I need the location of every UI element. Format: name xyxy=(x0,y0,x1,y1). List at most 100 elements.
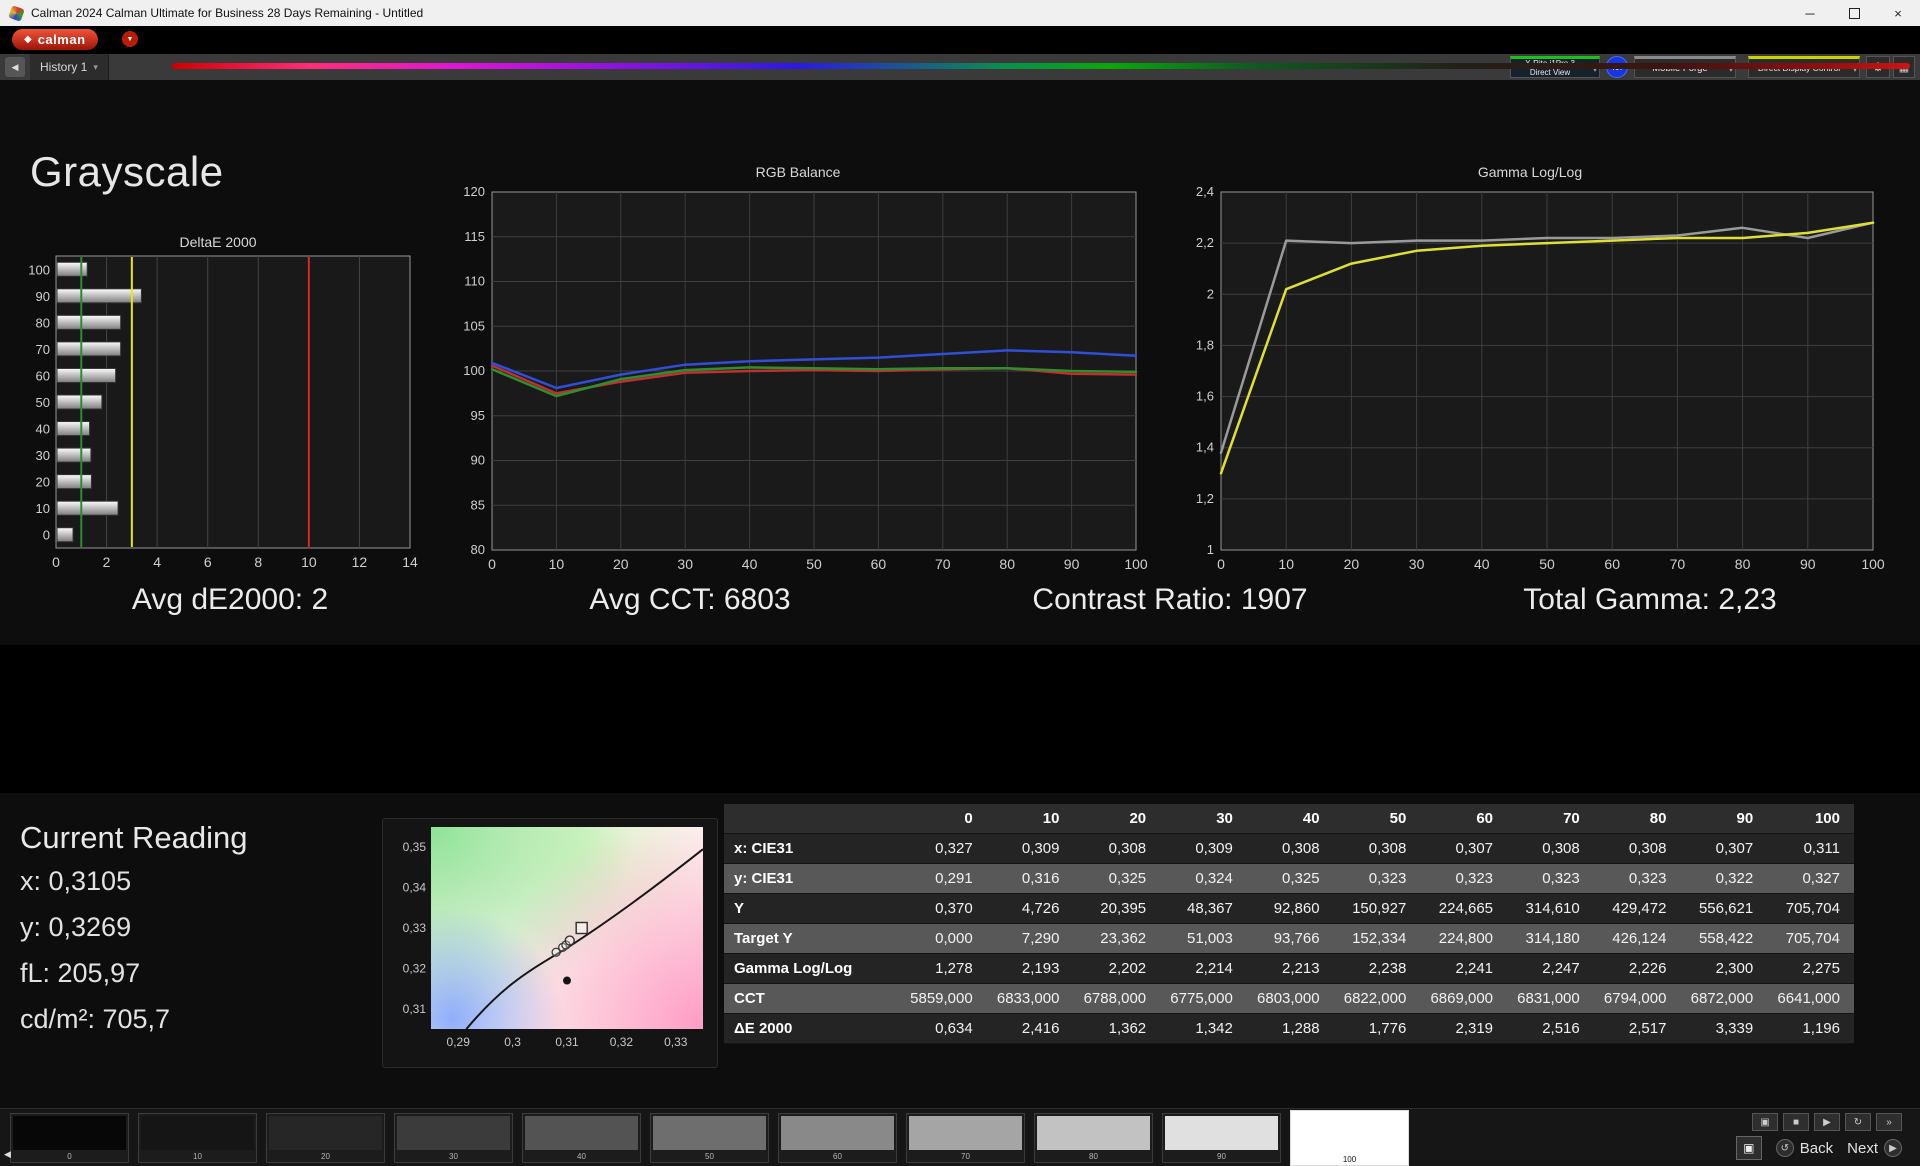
table-cell: 0,634 xyxy=(900,1013,987,1044)
svg-text:90: 90 xyxy=(36,289,50,304)
pattern-patch-color xyxy=(13,1116,126,1150)
svg-text:80: 80 xyxy=(36,315,50,330)
svg-text:120: 120 xyxy=(463,184,485,199)
wizard-nav: ▣ ↺ Back Next ▶ xyxy=(1735,1136,1902,1160)
table-row-label: Y xyxy=(724,893,900,924)
pattern-patch-label: 0 xyxy=(67,1152,72,1161)
svg-text:0,29: 0,29 xyxy=(447,1035,471,1049)
table-cell: 6869,000 xyxy=(1420,983,1508,1014)
pattern-patch-10[interactable]: 10 xyxy=(138,1113,257,1163)
pattern-scroll-left-button[interactable]: ◀ xyxy=(4,1149,11,1160)
next-button[interactable]: Next ▶ xyxy=(1847,1139,1902,1157)
pattern-patch-color xyxy=(909,1116,1022,1150)
table-cell: 6794,000 xyxy=(1593,983,1681,1014)
pattern-window-button[interactable]: ▣ xyxy=(1735,1136,1762,1160)
table-col-header: 70 xyxy=(1507,804,1594,834)
rgb-balance-chart-plot: 120 115 110 105 100 95 90 85 80 0 10 20 30 40 50 60 70 80… xyxy=(448,184,1148,576)
avg-cct-stat: Avg CCT: 6803 xyxy=(589,583,791,616)
app-icon xyxy=(8,4,25,22)
pattern-patch-70[interactable]: 70 xyxy=(906,1113,1025,1163)
svg-text:60: 60 xyxy=(1604,556,1620,572)
pattern-patch-80[interactable]: 80 xyxy=(1034,1113,1153,1163)
tab-history-1[interactable]: History 1 ▾ xyxy=(30,54,109,80)
table-cell: 2,238 xyxy=(1333,953,1421,984)
pattern-patch-100[interactable]: 100 xyxy=(1290,1110,1409,1166)
table-row: ΔE 2000 0,634 2,416 1,362 1,342 1,288 1,776 2,3… xyxy=(724,1013,1854,1044)
pattern-patch-90[interactable]: 90 xyxy=(1162,1113,1281,1163)
svg-text:40: 40 xyxy=(36,422,50,437)
measurement-controls: ▣ ■ ▶ ↻ » xyxy=(1752,1113,1902,1131)
table-cell: 705,704 xyxy=(1767,893,1854,924)
back-icon: ↺ xyxy=(1775,1139,1794,1157)
pattern-patch-color xyxy=(525,1116,638,1150)
table-row: y: CIE31 0,291 0,316 0,325 0,324 0,325 0,323 0,… xyxy=(724,863,1854,894)
svg-text:0: 0 xyxy=(488,556,496,572)
table-cell: 93,766 xyxy=(1246,923,1334,954)
play-button[interactable]: ▶ xyxy=(1814,1113,1840,1131)
table-cell: 0,316 xyxy=(986,863,1074,894)
close-button[interactable]: × xyxy=(1876,0,1920,26)
calman-logo[interactable]: ◆ calman xyxy=(12,29,98,50)
table-cell: 6833,000 xyxy=(986,983,1074,1014)
pattern-patch-60[interactable]: 60 xyxy=(778,1113,897,1163)
svg-text:50: 50 xyxy=(36,395,50,410)
back-button[interactable]: ↺ Back xyxy=(1775,1139,1834,1157)
grayscale-swatch-strip: Actual Target 0102030405060708090100 xyxy=(0,645,1920,793)
table-cell: 0,000 xyxy=(900,923,987,954)
titlebar: Calman 2024 Calman Ultimate for Business… xyxy=(0,0,1920,26)
tab-label: History 1 xyxy=(40,60,88,74)
avg-de2000-stat: Avg dE2000: 2 xyxy=(131,583,329,616)
svg-text:40: 40 xyxy=(742,556,758,572)
back-label: Back xyxy=(1799,1139,1834,1157)
reading-y: y: 0,3269 xyxy=(20,912,132,942)
stop-button[interactable]: ■ xyxy=(1783,1113,1809,1131)
table-cell: 1,196 xyxy=(1767,1013,1854,1044)
pattern-patch-color xyxy=(269,1116,382,1150)
table-cell: 0,307 xyxy=(1420,833,1508,864)
pattern-patch-20[interactable]: 20 xyxy=(266,1113,385,1163)
table-cell: 48,367 xyxy=(1160,893,1247,924)
table-cell: 0,309 xyxy=(1160,833,1247,864)
svg-text:4: 4 xyxy=(153,554,161,570)
pattern-patch-30[interactable]: 30 xyxy=(394,1113,513,1163)
svg-text:50: 50 xyxy=(806,556,822,572)
table-cell: 2,202 xyxy=(1073,953,1161,984)
minimize-button[interactable]: ─ xyxy=(1788,0,1832,26)
maximize-button[interactable] xyxy=(1832,0,1876,26)
table-cell: 1,288 xyxy=(1246,1013,1334,1044)
history-back-button[interactable]: ◀ xyxy=(5,57,25,77)
spectrum-stripe xyxy=(172,63,1910,69)
table-cell: 2,247 xyxy=(1507,953,1594,984)
table-cell: 0,309 xyxy=(986,833,1074,864)
brand-bar: ◆ calman ▼ xyxy=(0,26,1920,69)
svg-text:90: 90 xyxy=(1800,556,1816,572)
svg-text:100: 100 xyxy=(1861,556,1885,572)
table-col-header: 100 xyxy=(1767,804,1854,834)
table-cell: 0,291 xyxy=(900,863,987,894)
pattern-bar: 0 10 20 30 40 50 60 70 80 90 100 ◀ ▣ ■ ▶ ↻ » ▣ ↺ B… xyxy=(0,1108,1920,1166)
continuous-read-button[interactable]: ↻ xyxy=(1845,1113,1871,1131)
skip-button[interactable]: » xyxy=(1876,1113,1902,1131)
main-menu-button[interactable]: ▼ xyxy=(122,31,138,47)
gamma-chart-plot: 2,4 2,2 2 1,8 1,6 1,4 1,2 1 0 10 20 30 40 50 60 70 80 90 1… xyxy=(1175,184,1885,576)
pattern-patch-label: 80 xyxy=(1089,1152,1098,1161)
svg-text:95: 95 xyxy=(471,408,485,423)
table-cell: 0,325 xyxy=(1246,863,1334,894)
svg-text:100: 100 xyxy=(28,262,50,277)
svg-text:0,31: 0,31 xyxy=(403,1002,427,1016)
pattern-patch-color xyxy=(1165,1116,1278,1150)
table-cell: 6788,000 xyxy=(1073,983,1161,1014)
svg-text:100: 100 xyxy=(1124,556,1148,572)
current-reading-title: Current Reading xyxy=(20,820,248,855)
pattern-window-toggle-button[interactable]: ▣ xyxy=(1752,1113,1778,1131)
table-row-label: Gamma Log/Log xyxy=(724,953,900,984)
pattern-patch-40[interactable]: 40 xyxy=(522,1113,641,1163)
svg-text:70: 70 xyxy=(36,342,50,357)
reading-cdm2: cd/m²: 705,7 xyxy=(20,1004,171,1034)
table-cell: 0,323 xyxy=(1507,863,1594,894)
svg-text:115: 115 xyxy=(464,229,485,244)
pattern-patch-50[interactable]: 50 xyxy=(650,1113,769,1163)
svg-text:0: 0 xyxy=(43,528,50,543)
pattern-patch-0[interactable]: 0 xyxy=(10,1113,129,1163)
table-col-header: 60 xyxy=(1420,804,1508,834)
